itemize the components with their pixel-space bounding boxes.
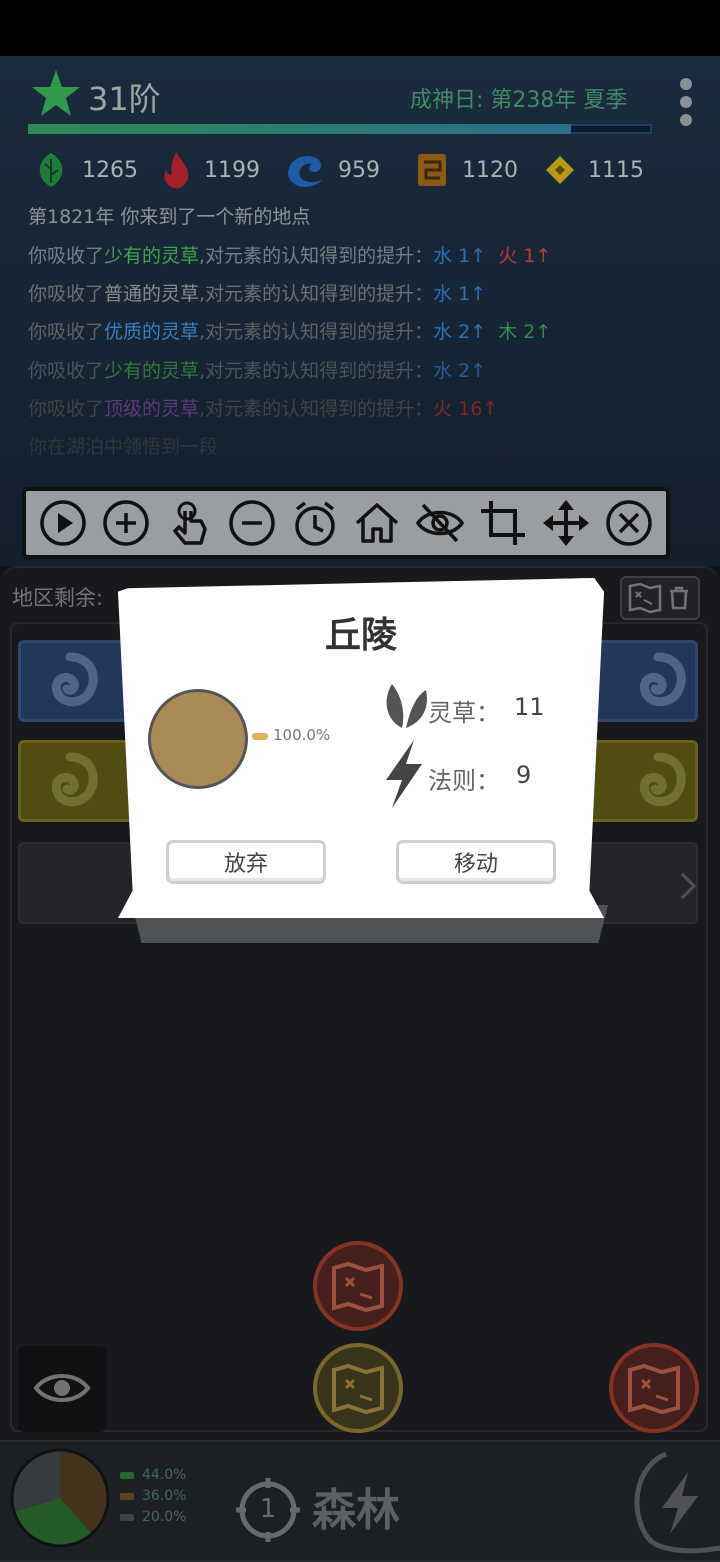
law-label: 法则：: [428, 767, 500, 795]
tap-icon[interactable]: [164, 498, 214, 548]
popup-title: 丘陵: [324, 615, 397, 656]
herb-icon: [386, 684, 428, 728]
resource-fire: 1199: [160, 150, 260, 190]
herb-value: 11: [514, 693, 545, 721]
status-bar: [0, 0, 720, 56]
log-line: 第1821年 你来到了一个新的地点: [28, 206, 311, 228]
leaf-icon: [39, 153, 63, 187]
more-menu-icon[interactable]: [674, 78, 698, 132]
hide-icon[interactable]: [415, 498, 465, 548]
floating-toolbar: [22, 487, 670, 559]
wave-icon: [288, 155, 322, 187]
crop-icon[interactable]: [478, 498, 528, 548]
calendar-date: 成神日: 第238年 夏季: [410, 88, 628, 113]
alarm-icon[interactable]: [290, 498, 340, 548]
log-line: 你吸收了普通的灵草,对元素的认知得到的提升：水 1↑: [28, 283, 487, 305]
move-icon[interactable]: [541, 498, 591, 548]
star-icon: [32, 70, 80, 116]
home-icon[interactable]: [352, 498, 402, 548]
log-line: 你吸收了少有的灵草,对元素的认知得到的提升：水 2↑: [28, 360, 487, 382]
zoom-out-icon[interactable]: [227, 498, 277, 548]
move-button[interactable]: 移动: [396, 840, 556, 884]
close-icon[interactable]: [604, 498, 654, 548]
play-icon[interactable]: [38, 498, 88, 548]
flame-icon: [164, 152, 189, 189]
log-line: 你在湖泊中领悟到一段: [28, 436, 219, 458]
resource-wood: 1265: [32, 150, 138, 190]
log-line: 你吸收了顶级的灵草,对元素的认知得到的提升：火 16↑: [28, 398, 499, 420]
herb-label: 灵草：: [428, 699, 500, 727]
log-line: 你吸收了优质的灵草,对元素的认知得到的提升：水 2↑ 木 2↑: [28, 321, 552, 343]
zoom-in-icon[interactable]: [101, 498, 151, 548]
law-lightning-icon: [386, 740, 422, 808]
law-value: 9: [516, 761, 532, 789]
earth-icon: [418, 154, 446, 186]
log-line: 你吸收了少有的灵草,对元素的认知得到的提升：水 1↑ 火 1↑: [28, 245, 552, 267]
terrain-pie-swatch: [252, 733, 268, 740]
terrain-pie: [148, 689, 248, 789]
terrain-pie-percent: 100.0%: [273, 726, 331, 744]
metal-icon: [546, 156, 574, 184]
rank-progress-fill: [28, 124, 571, 134]
abandon-button[interactable]: 放弃: [166, 840, 326, 884]
resource-water: 959: [284, 150, 380, 190]
rank-label: 31阶: [88, 80, 161, 118]
resource-earth: 1120: [414, 150, 518, 190]
resource-metal: 1115: [544, 150, 644, 190]
